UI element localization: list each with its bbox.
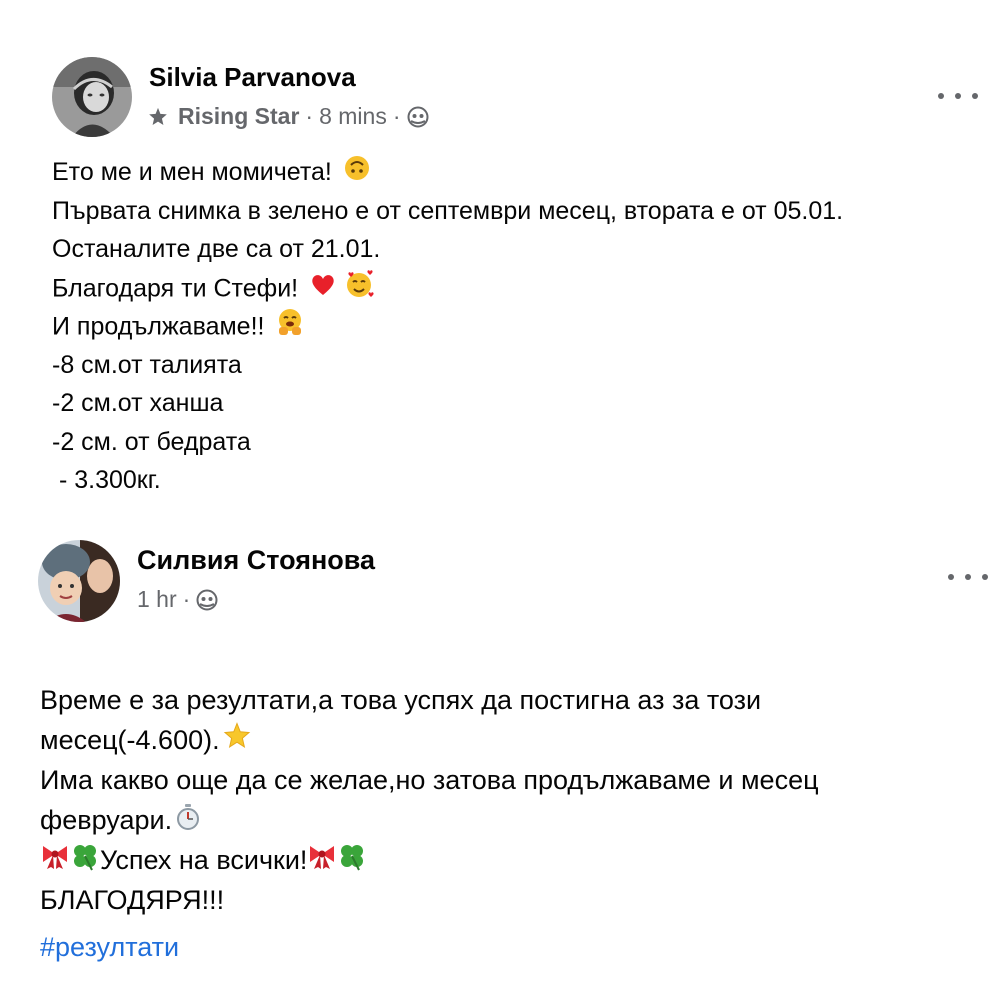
post-line: февруари.	[40, 800, 819, 840]
hashtag-link[interactable]: #резултати	[40, 932, 179, 963]
post-line: -8 см.от талията	[52, 350, 242, 379]
separator-dot: ·	[305, 103, 314, 129]
author-name[interactable]: Силвия Стоянова	[137, 545, 375, 576]
ribbon-icon	[307, 841, 337, 882]
post-line: - 3.300кг.	[52, 466, 161, 494]
upside-down-face-icon	[343, 154, 371, 194]
post-line: Има какво още да се желае,но затова прод…	[40, 765, 819, 795]
post-line: Останалите две са от 21.01.	[52, 235, 381, 263]
more-options-icon[interactable]	[948, 565, 988, 589]
avatar[interactable]	[38, 540, 120, 622]
ribbon-icon	[40, 841, 70, 882]
stopwatch-icon	[174, 802, 202, 842]
post-silvia-parvanova: Silvia Parvanova Rising Star · 8 mins · …	[0, 0, 1000, 520]
public-globe-icon	[196, 589, 218, 611]
more-options-icon[interactable]	[938, 84, 978, 108]
post-body: Време е за резултати,а това успях да пос…	[40, 680, 819, 920]
post-silviya-stoyanova: Силвия Стоянова 1 hr · Време е за резулт…	[0, 520, 1000, 1000]
post-line: Първата снимка в зелено е от септември м…	[52, 196, 844, 225]
post-time[interactable]: 1 hr	[137, 586, 177, 613]
smiling-face-with-open-hands-icon	[275, 307, 305, 349]
avatar[interactable]	[52, 57, 132, 137]
separator-dot: ·	[392, 103, 401, 129]
four-leaf-clover-icon	[70, 841, 100, 882]
post-line: -2 см. от бедрата	[52, 427, 251, 456]
post-line: БЛАГОДЯРЯ!!!	[40, 885, 225, 915]
post-meta: Rising Star · 8 mins ·	[147, 103, 429, 130]
author-name[interactable]: Silvia Parvanova	[149, 62, 356, 93]
post-line: И продължаваме!!	[52, 307, 843, 346]
post-line: Успех на всички!	[40, 840, 819, 880]
post-line: -2 см.от ханша	[52, 389, 224, 417]
post-meta: 1 hr ·	[137, 586, 218, 613]
smiling-face-with-hearts-icon	[344, 269, 374, 311]
badge-label[interactable]: Rising Star	[178, 103, 299, 130]
post-line: Ето ме и мен момичета!	[52, 153, 843, 192]
post-body: Ето ме и мен момичета! Първата снимка в …	[52, 153, 843, 500]
star-icon	[222, 721, 252, 762]
four-leaf-clover-icon	[337, 841, 367, 882]
post-time[interactable]: 8 mins	[319, 103, 387, 130]
post-line: месец(-4.600).	[40, 720, 819, 760]
public-globe-icon	[407, 106, 429, 128]
post-line: Благодаря ти Стефи!	[52, 269, 843, 308]
post-line: Време е за резултати,а това успях да пос…	[40, 685, 762, 715]
separator-dot: ·	[182, 586, 191, 612]
red-heart-icon	[309, 270, 337, 310]
star-badge-icon	[147, 106, 169, 128]
